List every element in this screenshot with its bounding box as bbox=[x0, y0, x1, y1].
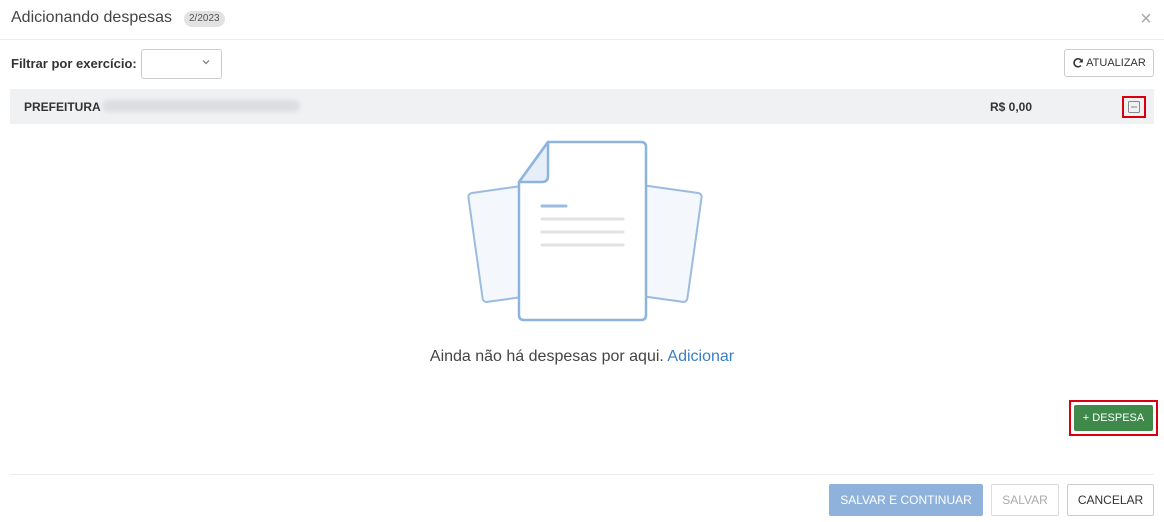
chevron-down-icon bbox=[202, 60, 210, 65]
empty-state-text: Ainda não há despesas por aqui. bbox=[429, 348, 664, 365]
documents-icon bbox=[467, 140, 703, 322]
add-expense-highlight: + DESPESA bbox=[1069, 400, 1158, 436]
refresh-button-label: ATUALIZAR bbox=[1086, 57, 1146, 69]
cancel-button[interactable]: CANCELAR bbox=[1067, 484, 1154, 516]
add-expense-button[interactable]: + DESPESA bbox=[1074, 405, 1153, 431]
organization-total: R$ 0,00 bbox=[990, 100, 1033, 114]
save-and-continue-button[interactable]: SALVAR E CONTINUAR bbox=[829, 484, 983, 516]
refresh-icon bbox=[1073, 58, 1083, 68]
exercise-select[interactable] bbox=[141, 49, 222, 79]
dialog-header: Adicionando despesas 2/2023 × bbox=[0, 0, 1164, 40]
organization-row: PREFEITURA R$ 0,00 bbox=[10, 89, 1154, 124]
close-icon[interactable]: × bbox=[1137, 8, 1155, 30]
refresh-button[interactable]: ATUALIZAR bbox=[1064, 49, 1154, 77]
period-badge: 2/2023 bbox=[184, 11, 225, 27]
footer-divider bbox=[10, 474, 1154, 475]
dialog-title: Adicionando despesas bbox=[11, 9, 173, 26]
add-link[interactable]: Adicionar bbox=[667, 348, 734, 365]
redacted-text bbox=[102, 100, 300, 112]
minus-square-icon bbox=[1128, 101, 1140, 113]
save-button[interactable]: SALVAR bbox=[991, 484, 1059, 516]
organization-name: PREFEITURA bbox=[24, 100, 101, 114]
filter-label: Filtrar por exercício: bbox=[11, 56, 137, 71]
collapse-button[interactable] bbox=[1122, 96, 1146, 118]
empty-state-message: Ainda não há despesas por aqui. Adiciona… bbox=[0, 348, 1164, 366]
